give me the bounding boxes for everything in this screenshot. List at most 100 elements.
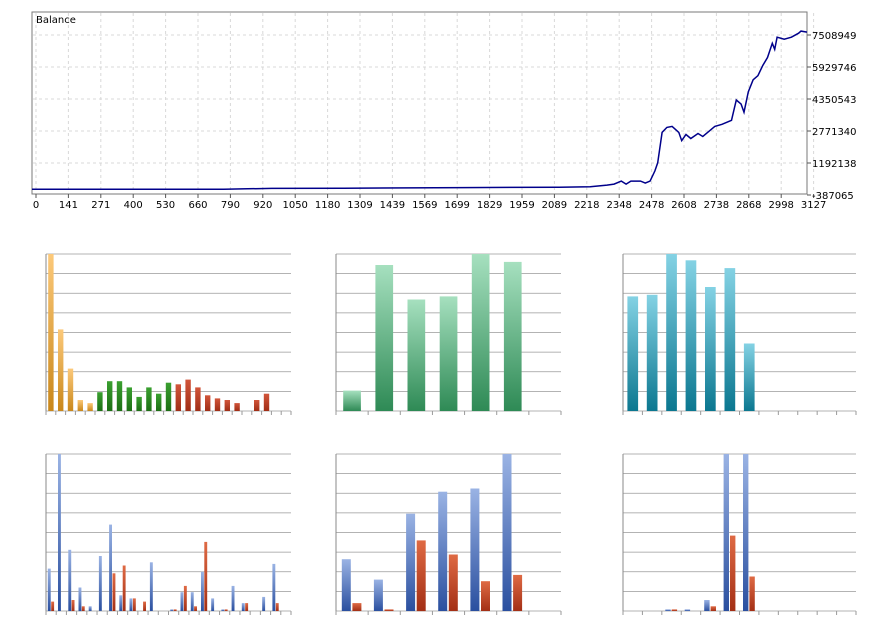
bar xyxy=(149,562,153,611)
balance-y-tick-label: -387065 xyxy=(812,191,854,202)
balance-chart: Balance 0 141 271 400 530 660 790 920 1050 1180 13… xyxy=(31,11,857,211)
bar xyxy=(119,595,123,611)
bar xyxy=(204,541,208,611)
balance-y-tick-label: 7508949 xyxy=(812,31,857,42)
blue-red-24-bar-chart xyxy=(45,453,292,615)
bar xyxy=(195,387,201,411)
balance-x-tick-label: 920 xyxy=(253,200,272,211)
balance-x-tick-label: 2868 xyxy=(736,200,761,211)
bar xyxy=(685,260,697,411)
bar xyxy=(78,587,82,612)
bar xyxy=(183,585,187,611)
bar xyxy=(743,454,749,611)
bar xyxy=(666,254,677,411)
bar xyxy=(81,606,85,611)
bar xyxy=(502,454,512,611)
balance-x-tick-label: 1569 xyxy=(412,200,437,211)
bar xyxy=(262,596,266,611)
balance-x-tick-label: 1309 xyxy=(347,200,372,211)
bar xyxy=(439,296,458,411)
bar xyxy=(47,568,51,611)
balance-x-tick-label: 1180 xyxy=(315,200,340,211)
bar xyxy=(471,254,490,411)
balance-x-tick-label: 660 xyxy=(188,200,207,211)
bar xyxy=(211,598,215,611)
blue-red-12-bar-chart xyxy=(622,453,857,615)
bar xyxy=(126,387,132,411)
bar xyxy=(77,400,83,411)
balance-x-tick-label: 271 xyxy=(91,200,110,211)
bar xyxy=(87,403,93,411)
bar xyxy=(201,571,204,612)
balance-x-tick-label: 2348 xyxy=(606,200,631,211)
bar xyxy=(513,574,523,611)
bar xyxy=(743,343,755,411)
balance-x-tick-label: 530 xyxy=(156,200,175,211)
bar xyxy=(165,382,172,411)
bar xyxy=(375,265,394,411)
bar xyxy=(231,585,235,611)
bar xyxy=(438,491,448,611)
orange-green-red-bar-chart xyxy=(45,253,292,415)
bar xyxy=(406,513,416,611)
balance-x-ticks: 0 141 271 400 530 660 790 920 1050 1180 1309 1439 15… xyxy=(33,194,826,211)
bar xyxy=(224,400,230,411)
bar xyxy=(234,403,240,411)
bar xyxy=(665,609,671,611)
bar xyxy=(646,294,658,411)
bar xyxy=(343,390,361,411)
bar xyxy=(51,601,55,611)
balance-x-tick-label: 1439 xyxy=(380,200,405,211)
bar xyxy=(194,606,197,611)
teal-bar-chart xyxy=(622,253,857,415)
bar xyxy=(122,565,126,611)
balance-title: Balance xyxy=(36,15,76,26)
bar xyxy=(68,549,72,611)
bar xyxy=(129,598,133,611)
bar xyxy=(263,393,270,411)
balance-x-tick-label: 141 xyxy=(59,200,78,211)
bar xyxy=(705,287,716,411)
bar xyxy=(190,592,194,611)
bar xyxy=(175,384,181,411)
balance-x-tick-label: 1959 xyxy=(509,200,534,211)
bar xyxy=(407,299,426,411)
bar xyxy=(671,609,678,611)
bar xyxy=(724,268,736,411)
bar xyxy=(97,392,103,411)
bar xyxy=(214,398,221,411)
bar xyxy=(156,393,162,411)
green-bar-chart xyxy=(335,253,562,415)
balance-x-tick-label: 400 xyxy=(124,200,143,211)
balance-x-tick-label: 2089 xyxy=(542,200,567,211)
bar xyxy=(185,379,191,411)
bar xyxy=(723,454,729,611)
balance-x-tick-label: 2608 xyxy=(671,200,696,211)
balance-x-tick-label: 790 xyxy=(221,200,240,211)
balance-y-tick-label: 1192138 xyxy=(812,159,857,170)
balance-x-tick-label: 1829 xyxy=(477,200,502,211)
bar xyxy=(224,609,228,611)
bar xyxy=(58,454,61,611)
balance-x-tick-label: 0 xyxy=(33,200,39,211)
bar xyxy=(627,296,639,411)
bar xyxy=(132,598,136,611)
bar xyxy=(116,381,123,411)
bar xyxy=(503,261,522,412)
balance-plot-frame xyxy=(31,11,808,195)
bar xyxy=(704,600,710,611)
bar xyxy=(205,395,211,411)
bar xyxy=(48,254,54,411)
balance-x-tick-label: 2478 xyxy=(639,200,664,211)
balance-y-tick-label: 4350543 xyxy=(812,95,857,106)
bar xyxy=(341,559,351,611)
bar xyxy=(143,601,146,611)
bar xyxy=(109,524,112,611)
bar xyxy=(241,603,245,611)
bar xyxy=(384,609,394,611)
bar xyxy=(170,609,174,611)
bar xyxy=(98,556,102,611)
bar xyxy=(730,535,736,611)
bar xyxy=(146,387,152,411)
bar xyxy=(136,396,142,411)
